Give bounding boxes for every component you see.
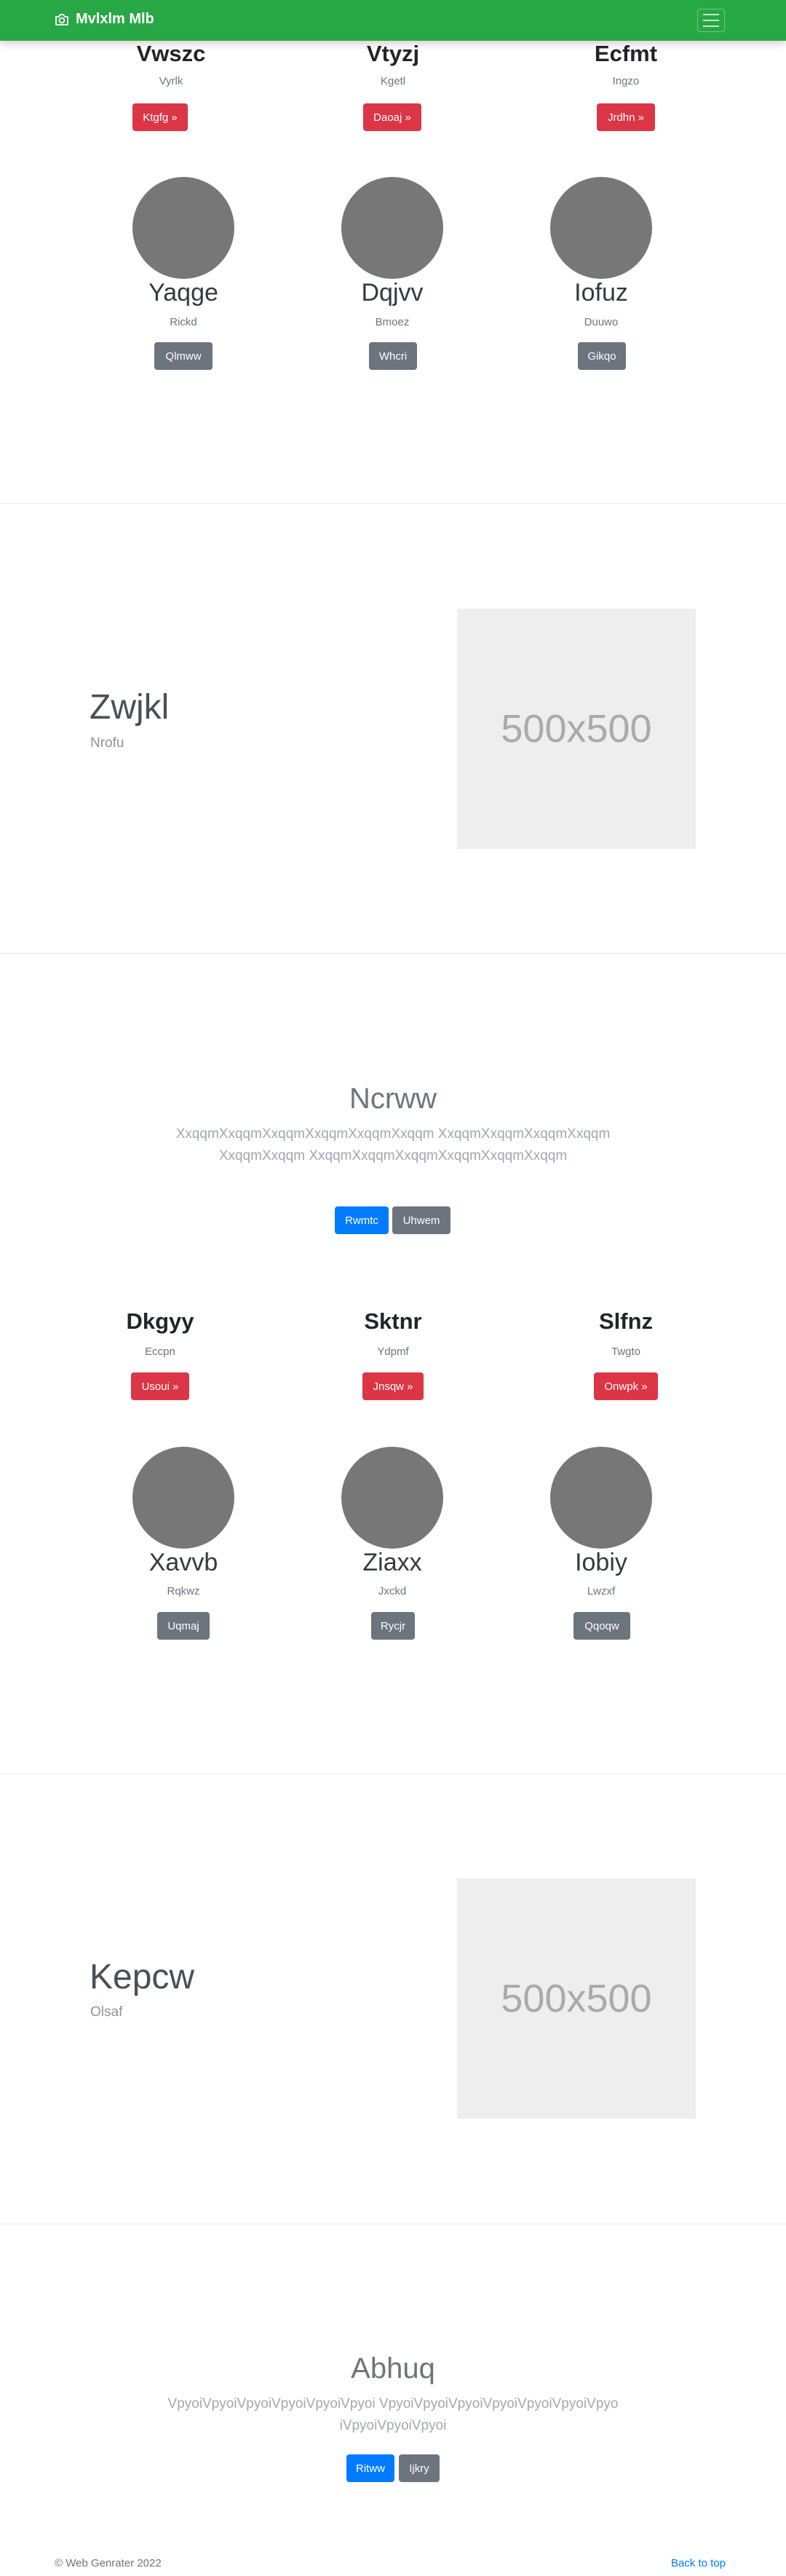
camera-icon bbox=[55, 13, 68, 25]
avatar-placeholder bbox=[132, 1447, 234, 1549]
section-divider bbox=[0, 503, 786, 504]
column-heading: Ecfmt bbox=[594, 41, 658, 66]
placeholder-image: 500x500 bbox=[457, 1878, 696, 2119]
avatar-placeholder bbox=[550, 1447, 652, 1549]
avatar-placeholder bbox=[341, 177, 443, 279]
avatar-name: Xavvb bbox=[148, 1549, 218, 1576]
avatar-action-button[interactable]: Qlmww bbox=[154, 342, 213, 370]
feature-title: Kepcw bbox=[90, 1958, 195, 1996]
section-divider bbox=[0, 953, 786, 954]
navbar-brand[interactable]: Mvlxlm Mlb bbox=[55, 11, 154, 28]
column-action-button[interactable]: Daoaj » bbox=[363, 103, 421, 131]
feature-subtitle: Nrofu bbox=[90, 735, 124, 751]
avatar-placeholder bbox=[341, 1447, 443, 1549]
column-subtext: Kgetl bbox=[380, 75, 406, 87]
avatar-subtext: Rqkwz bbox=[167, 1585, 200, 1597]
avatar-action-button[interactable]: Rycjr bbox=[371, 1612, 415, 1640]
hero-text: XxqqmXxqqmXxqqmXxqqmXxqqmXxqqm XxqqmXxqq… bbox=[175, 1126, 611, 1163]
column-action-button[interactable]: Usoui » bbox=[131, 1372, 189, 1400]
column-action-button[interactable]: Onwpk » bbox=[594, 1372, 658, 1400]
column-heading: Vtyzj bbox=[366, 41, 420, 66]
navbar-toggler-button[interactable] bbox=[697, 9, 725, 32]
brand-label: Mvlxlm Mlb bbox=[76, 11, 154, 27]
avatar-subtext: Lwzxf bbox=[587, 1585, 616, 1597]
column-subtext: Eccpn bbox=[145, 1346, 175, 1358]
column-heading: Vwszc bbox=[136, 41, 206, 66]
avatar-placeholder bbox=[550, 177, 652, 279]
avatar-subtext: Bmoez bbox=[375, 316, 410, 328]
hero-primary-button[interactable]: Rwmtc bbox=[335, 1206, 389, 1234]
avatar-action-button[interactable]: Gikqo bbox=[578, 342, 626, 370]
column-action-button[interactable]: Ktgfg » bbox=[132, 103, 188, 131]
avatar-name: Ziaxx bbox=[362, 1549, 422, 1576]
avatar-placeholder bbox=[132, 177, 234, 279]
feature-title: Zwjkl bbox=[90, 688, 170, 727]
placeholder-label: 500x500 bbox=[501, 1977, 652, 2020]
hero-text: VpyoiVpyoiVpyoiVpyoiVpyoiVpyoi VpyoiVpyo… bbox=[167, 2396, 619, 2433]
avatar-action-button[interactable]: Whcri bbox=[369, 342, 417, 370]
hero-secondary-button[interactable]: Uhwem bbox=[392, 1206, 450, 1234]
avatar-action-button[interactable]: Qqoqw bbox=[573, 1612, 630, 1640]
hamburger-icon-bar bbox=[703, 14, 719, 15]
avatar-subtext: Jxckd bbox=[378, 1585, 407, 1597]
hero-secondary-button[interactable]: Ijkry bbox=[399, 2454, 440, 2482]
column-subtext: Twgto bbox=[611, 1346, 641, 1358]
back-to-top-link[interactable]: Back to top bbox=[671, 2557, 726, 2569]
avatar-name: Yaqge bbox=[148, 279, 218, 307]
feature-subtitle: Olsaf bbox=[90, 2004, 123, 2020]
column-heading: Sktnr bbox=[364, 1308, 422, 1334]
column-subtext: Ingzo bbox=[612, 75, 640, 87]
avatar-name: Iofuz bbox=[574, 279, 628, 307]
navbar: Mvlxlm Mlb bbox=[0, 0, 786, 41]
hero-title: Ncrww bbox=[349, 1083, 437, 1115]
hero-primary-button[interactable]: Ritww bbox=[346, 2454, 394, 2482]
avatar-subtext: Duuwo bbox=[584, 316, 619, 328]
hamburger-icon-bar bbox=[703, 20, 719, 21]
column-action-button[interactable]: Jnsqw » bbox=[362, 1372, 424, 1400]
column-subtext: Ydpmf bbox=[377, 1346, 409, 1358]
hero-title: Abhuq bbox=[351, 2352, 435, 2385]
avatar-name: Iobiy bbox=[575, 1549, 627, 1576]
avatar-name: Dqjvv bbox=[361, 279, 424, 307]
avatar-subtext: Rickd bbox=[170, 316, 197, 328]
avatar-action-button[interactable]: Uqmaj bbox=[157, 1612, 210, 1640]
column-action-button[interactable]: Jrdhn » bbox=[597, 103, 655, 131]
placeholder-label: 500x500 bbox=[501, 707, 652, 751]
hamburger-icon-bar bbox=[703, 25, 719, 27]
column-heading: Dkgyy bbox=[126, 1308, 194, 1334]
placeholder-image: 500x500 bbox=[457, 609, 696, 849]
column-heading: Slfnz bbox=[598, 1308, 654, 1334]
column-subtext: Vyrlk bbox=[159, 75, 183, 87]
footer-copyright: © Web Genrater 2022 bbox=[55, 2557, 162, 2569]
